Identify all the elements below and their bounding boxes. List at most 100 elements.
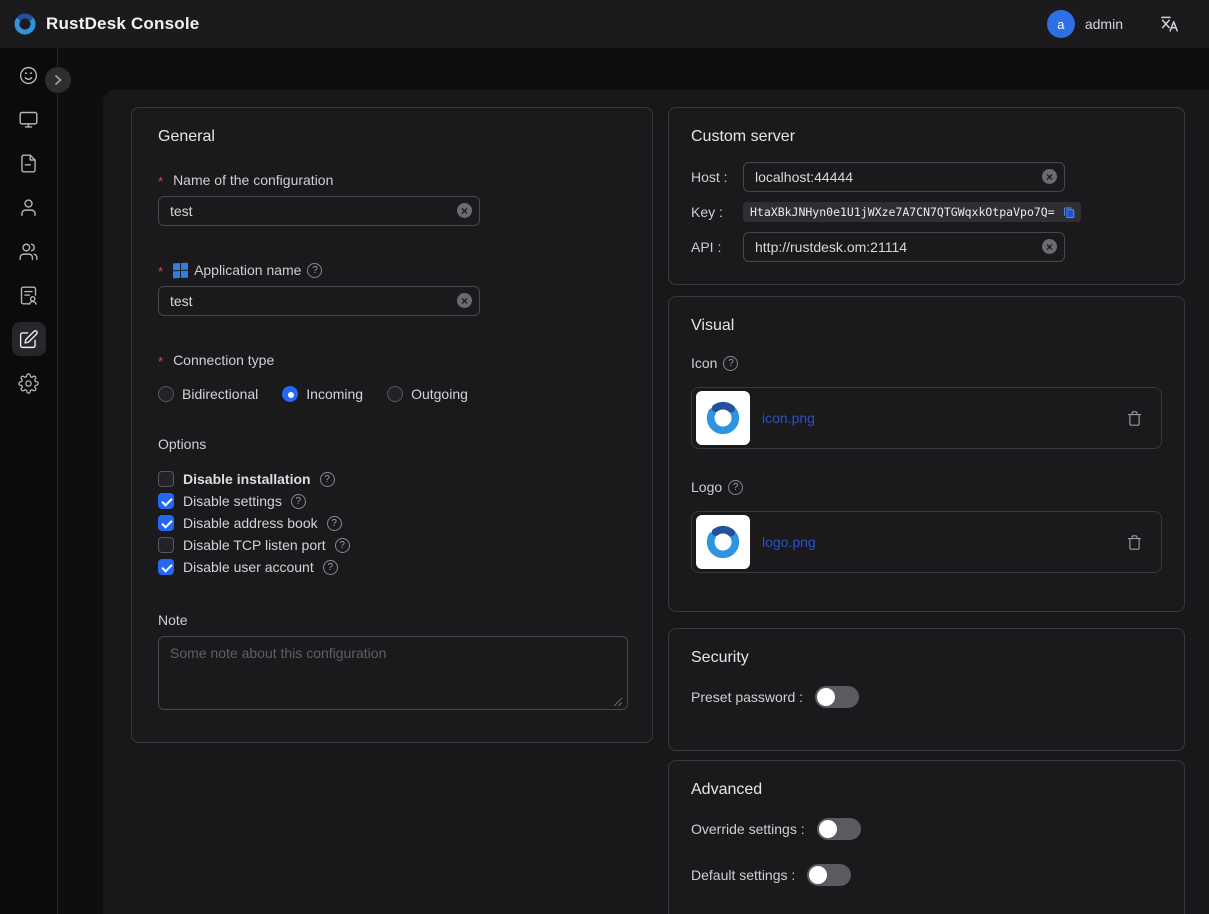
logo-upload-help-icon[interactable] bbox=[728, 480, 743, 495]
logo-upload-label-text: Logo bbox=[691, 479, 722, 495]
options-label: Options bbox=[158, 434, 626, 454]
options-label-text: Options bbox=[158, 436, 206, 452]
checkbox-disable-installation[interactable]: Disable installation bbox=[158, 468, 626, 490]
monitor-icon bbox=[18, 109, 39, 130]
sidebar-item-settings[interactable] bbox=[12, 366, 46, 400]
api-input-wrap bbox=[743, 232, 1065, 262]
checkbox-disable-address-book[interactable]: Disable address book bbox=[158, 512, 626, 534]
sidebar-item-custom-clients[interactable] bbox=[12, 322, 46, 356]
note-label-text: Note bbox=[158, 612, 188, 628]
checkbox-disable-address-book-label: Disable address book bbox=[183, 515, 318, 531]
disable-installation-help-icon[interactable] bbox=[320, 472, 335, 487]
preset-password-label: Preset password : bbox=[691, 689, 803, 705]
general-card-title: General bbox=[158, 128, 626, 146]
host-label: Host : bbox=[691, 169, 743, 185]
checkbox-disable-installation-label: Disable installation bbox=[183, 471, 311, 487]
rustdesk-logo-icon bbox=[12, 11, 38, 37]
default-settings-toggle-knob bbox=[809, 866, 827, 884]
sidebar-item-users[interactable] bbox=[12, 190, 46, 224]
name-field-label: Name of the configuration bbox=[158, 170, 626, 190]
document-icon bbox=[18, 153, 39, 174]
name-clear-icon[interactable] bbox=[457, 203, 472, 218]
icon-delete-trash-icon[interactable] bbox=[1126, 410, 1143, 427]
checkbox-disable-tcp-listen-port-label: Disable TCP listen port bbox=[183, 537, 326, 553]
preset-password-toggle[interactable] bbox=[815, 686, 859, 708]
override-settings-row: Override settings : bbox=[691, 815, 1162, 843]
name-field-label-text: Name of the configuration bbox=[173, 172, 333, 188]
icon-upload-help-icon[interactable] bbox=[723, 356, 738, 371]
api-clear-icon[interactable] bbox=[1042, 239, 1057, 254]
edit-icon bbox=[18, 329, 39, 350]
note-label: Note bbox=[158, 610, 626, 630]
override-settings-toggle[interactable] bbox=[817, 818, 861, 840]
host-clear-icon[interactable] bbox=[1042, 169, 1057, 184]
logo-file-link[interactable]: logo.png bbox=[762, 534, 816, 550]
chevron-right-icon bbox=[52, 74, 64, 86]
sidebar-item-dashboard[interactable] bbox=[12, 58, 46, 92]
checkbox-disable-settings-box bbox=[158, 493, 174, 509]
checkbox-disable-settings[interactable]: Disable settings bbox=[158, 490, 626, 512]
user-avatar[interactable]: a bbox=[1047, 10, 1075, 38]
visual-card: Visual Icon icon.png Logo bbox=[668, 296, 1185, 612]
radio-outgoing-circle bbox=[387, 386, 403, 402]
visual-title: Visual bbox=[691, 317, 1162, 335]
icon-file-row: icon.png bbox=[691, 387, 1162, 449]
user-icon bbox=[18, 197, 39, 218]
sidebar-item-sessions[interactable] bbox=[12, 278, 46, 312]
api-label: API : bbox=[691, 239, 743, 255]
radio-incoming-circle bbox=[282, 386, 298, 402]
icon-file-thumbnail bbox=[696, 391, 750, 445]
options-checkbox-group: Disable installation Disable settings Di… bbox=[158, 468, 626, 578]
host-input[interactable] bbox=[743, 162, 1065, 192]
connection-type-label-text: Connection type bbox=[173, 352, 274, 368]
checkbox-disable-user-account-label: Disable user account bbox=[183, 559, 314, 575]
sidebar-item-audit[interactable] bbox=[12, 146, 46, 180]
note-textarea[interactable] bbox=[158, 636, 628, 710]
icon-upload-label-text: Icon bbox=[691, 355, 717, 371]
logo-file-thumbnail bbox=[696, 515, 750, 569]
windows-icon bbox=[173, 262, 188, 278]
checkbox-disable-tcp-listen-port-box bbox=[158, 537, 174, 553]
username[interactable]: admin bbox=[1085, 16, 1123, 32]
document-user-icon bbox=[18, 285, 39, 306]
default-settings-toggle[interactable] bbox=[807, 864, 851, 886]
radio-outgoing[interactable]: Outgoing bbox=[387, 386, 468, 402]
host-input-wrap bbox=[743, 162, 1065, 192]
application-name-input[interactable] bbox=[158, 286, 480, 316]
language-switcher-button[interactable] bbox=[1159, 13, 1181, 35]
default-settings-label: Default settings : bbox=[691, 867, 795, 883]
disable-address-book-help-icon[interactable] bbox=[327, 516, 342, 531]
radio-incoming[interactable]: Incoming bbox=[282, 386, 363, 402]
note-textarea-wrap bbox=[158, 636, 626, 710]
disable-settings-help-icon[interactable] bbox=[291, 494, 306, 509]
preset-password-toggle-knob bbox=[817, 688, 835, 706]
smiley-icon bbox=[18, 65, 39, 86]
logo-delete-trash-icon[interactable] bbox=[1126, 534, 1143, 551]
radio-bidirectional-label: Bidirectional bbox=[182, 386, 258, 402]
disable-tcp-listen-port-help-icon[interactable] bbox=[335, 538, 350, 553]
application-name-clear-icon[interactable] bbox=[457, 293, 472, 308]
override-settings-toggle-knob bbox=[819, 820, 837, 838]
host-row: Host : bbox=[691, 162, 1162, 192]
checkbox-disable-user-account[interactable]: Disable user account bbox=[158, 556, 626, 578]
disable-user-account-help-icon[interactable] bbox=[323, 560, 338, 575]
sidebar-collapse-button[interactable] bbox=[45, 67, 71, 93]
application-name-label: Application name bbox=[158, 260, 626, 280]
api-input[interactable] bbox=[743, 232, 1065, 262]
key-label: Key : bbox=[691, 204, 743, 220]
general-card: General Name of the configuration Applic… bbox=[131, 107, 653, 743]
application-name-help-icon[interactable] bbox=[307, 263, 322, 278]
radio-bidirectional[interactable]: Bidirectional bbox=[158, 386, 258, 402]
copy-icon[interactable] bbox=[1062, 205, 1076, 219]
checkbox-disable-installation-box bbox=[158, 471, 174, 487]
main-panel: General Name of the configuration Applic… bbox=[103, 90, 1209, 914]
checkbox-disable-tcp-listen-port[interactable]: Disable TCP listen port bbox=[158, 534, 626, 556]
name-input[interactable] bbox=[158, 196, 480, 226]
icon-file-link[interactable]: icon.png bbox=[762, 410, 815, 426]
sidebar-item-devices[interactable] bbox=[12, 102, 46, 136]
sidebar-item-groups[interactable] bbox=[12, 234, 46, 268]
users-icon bbox=[18, 241, 39, 262]
sidebar bbox=[0, 48, 58, 914]
connection-type-radio-group: Bidirectional Incoming Outgoing bbox=[158, 384, 626, 404]
key-value: HtaXBkJNHyn0e1U1jWXze7A7CN7QTGWqxkOtpaVp… bbox=[750, 205, 1058, 219]
